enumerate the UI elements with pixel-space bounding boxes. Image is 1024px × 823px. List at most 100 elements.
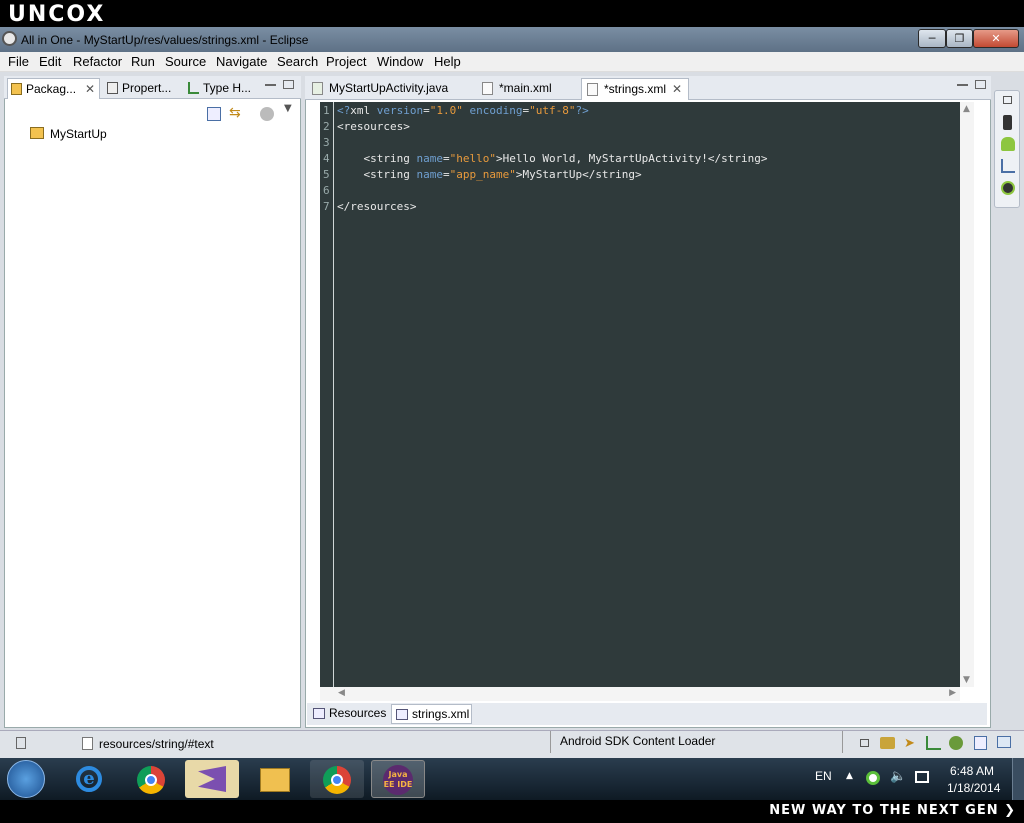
link-with-editor-icon[interactable]: ⇆ — [229, 105, 243, 121]
tab-mystartupactivity-java[interactable]: MyStartUpActivity.java — [307, 78, 472, 100]
menu-refactor[interactable]: Refactor — [73, 54, 122, 69]
show-hidden-icons-icon[interactable]: ▲ — [846, 771, 853, 781]
status-task: Android SDK Content Loader — [560, 734, 716, 748]
code-token: = — [442, 152, 450, 165]
volume-icon[interactable]: 🔈 — [890, 769, 906, 784]
scroll-up-icon[interactable]: ▲ — [963, 104, 970, 114]
status-path: resources/string/#text — [99, 737, 214, 751]
tab-strings-source[interactable]: strings.xml — [391, 704, 472, 724]
menu-project[interactable]: Project — [326, 54, 366, 69]
code-token: "1.0" — [429, 104, 463, 117]
menu-file[interactable]: File — [8, 54, 29, 69]
scroll-down-icon[interactable]: ▼ — [963, 675, 970, 685]
code-token: encoding — [469, 104, 523, 117]
collapse-all-icon[interactable] — [207, 107, 221, 121]
xml-file-icon — [482, 82, 493, 95]
ddms-icon[interactable] — [1001, 181, 1015, 195]
close-tab-icon[interactable]: ✕ — [85, 79, 95, 99]
tab-strings-xml[interactable]: *strings.xml ✕ — [581, 78, 689, 100]
start-button-icon[interactable] — [7, 760, 45, 798]
minimize-button[interactable]: ─ — [918, 29, 946, 48]
horizontal-scrollbar[interactable]: ◀ ▶ — [320, 687, 960, 701]
code-token: "app_name" — [449, 168, 516, 181]
code-token: "hello" — [449, 152, 496, 165]
tab-type-hierarchy[interactable]: Type H... — [185, 78, 255, 99]
eclipse-icon[interactable] — [2, 31, 17, 46]
device-icon[interactable] — [1003, 115, 1012, 130]
file-icon — [82, 737, 93, 750]
branding-header — [0, 0, 1024, 27]
close-button[interactable]: ✕ — [973, 29, 1019, 48]
visual-studio-icon[interactable] — [185, 760, 239, 798]
minimize-editor-icon[interactable] — [957, 84, 968, 86]
code-token: "utf-8" — [529, 104, 576, 117]
tree-item-project[interactable]: MyStartUp — [50, 127, 107, 141]
tree-icon[interactable] — [926, 736, 941, 750]
tray-app-icon[interactable] — [866, 771, 880, 785]
restore-button[interactable]: ❐ — [946, 29, 973, 48]
java-ee-ide-icon[interactable]: Java EE IDE — [371, 760, 425, 798]
console-icon[interactable] — [997, 736, 1011, 748]
file-explorer-icon[interactable] — [248, 760, 302, 798]
tab-properties[interactable]: Propert... — [104, 78, 182, 99]
view-menu-icon[interactable]: ▼ — [284, 103, 298, 117]
maximize-editor-icon[interactable] — [975, 80, 986, 89]
line-number: 2 — [323, 120, 330, 133]
code-token: <? — [337, 104, 351, 117]
tab-label: Type H... — [203, 81, 252, 95]
minimize-view-icon[interactable] — [265, 84, 276, 86]
line-number: 3 — [323, 136, 330, 149]
vertical-scrollbar[interactable]: ▲ ▼ — [960, 102, 974, 687]
code-token: = — [423, 104, 430, 117]
code-token: </resources> — [337, 200, 417, 213]
type-hierarchy-icon — [188, 82, 199, 94]
language-indicator[interactable]: EN — [815, 769, 832, 783]
menu-edit[interactable]: Edit — [39, 54, 61, 69]
tab-label: *main.xml — [499, 81, 552, 95]
brand-tagline: NEW WAY TO THE NEXT GEN ❯ — [769, 803, 1016, 818]
properties-icon — [107, 82, 118, 94]
menu-navigate[interactable]: Navigate — [216, 54, 267, 69]
run-icon[interactable]: ➤ — [904, 736, 919, 751]
network-icon[interactable] — [915, 771, 929, 783]
java-file-icon — [312, 82, 323, 95]
scroll-right-icon[interactable]: ▶ — [949, 688, 956, 698]
tab-label: strings.xml — [412, 707, 470, 721]
task-icon[interactable] — [974, 736, 987, 750]
project-folder-icon — [30, 127, 44, 139]
restore-icon[interactable] — [1003, 96, 1012, 104]
menu-help[interactable]: Help — [434, 54, 461, 69]
menu-window[interactable]: Window — [377, 54, 423, 69]
tab-package-explorer[interactable]: Packag... ✕ — [7, 78, 100, 99]
chrome-icon[interactable] — [124, 760, 178, 798]
menu-source[interactable]: Source — [165, 54, 206, 69]
window-title: All in One - MyStartUp/res/values/string… — [21, 33, 309, 47]
fast-view-icon[interactable] — [16, 737, 26, 749]
code-token: <resources> — [337, 120, 410, 133]
tab-label: MyStartUpActivity.java — [329, 81, 449, 95]
tab-main-xml[interactable]: *main.xml — [477, 78, 579, 100]
debug-icon[interactable] — [949, 736, 963, 750]
clock-time[interactable]: 6:48 AM — [950, 764, 994, 778]
show-desktop-button[interactable] — [1012, 758, 1024, 800]
hierarchy-icon[interactable] — [1001, 159, 1015, 173]
code-line: <?xml version="1.0" encoding="utf-8"?> — [337, 104, 589, 117]
restore-perspective-icon[interactable] — [860, 739, 869, 747]
code-token: <string — [337, 168, 417, 181]
menu-run[interactable]: Run — [131, 54, 155, 69]
sdk-manager-icon[interactable] — [880, 737, 895, 749]
scroll-left-icon[interactable]: ◀ — [338, 688, 345, 698]
chrome-icon[interactable] — [310, 760, 364, 798]
tab-resources[interactable]: Resources — [309, 704, 389, 724]
code-line: <string name="app_name">MyStartUp</strin… — [337, 168, 641, 181]
maximize-view-icon[interactable] — [283, 80, 294, 89]
internet-explorer-icon[interactable]: e — [62, 760, 116, 798]
focus-icon[interactable] — [260, 107, 274, 121]
android-icon[interactable] — [1001, 137, 1015, 151]
resources-icon — [313, 708, 325, 719]
package-explorer-view — [4, 76, 301, 728]
menu-search[interactable]: Search — [277, 54, 318, 69]
close-tab-icon[interactable]: ✕ — [672, 79, 682, 100]
clock-date[interactable]: 1/18/2014 — [947, 781, 1000, 795]
code-editor[interactable] — [320, 102, 960, 687]
